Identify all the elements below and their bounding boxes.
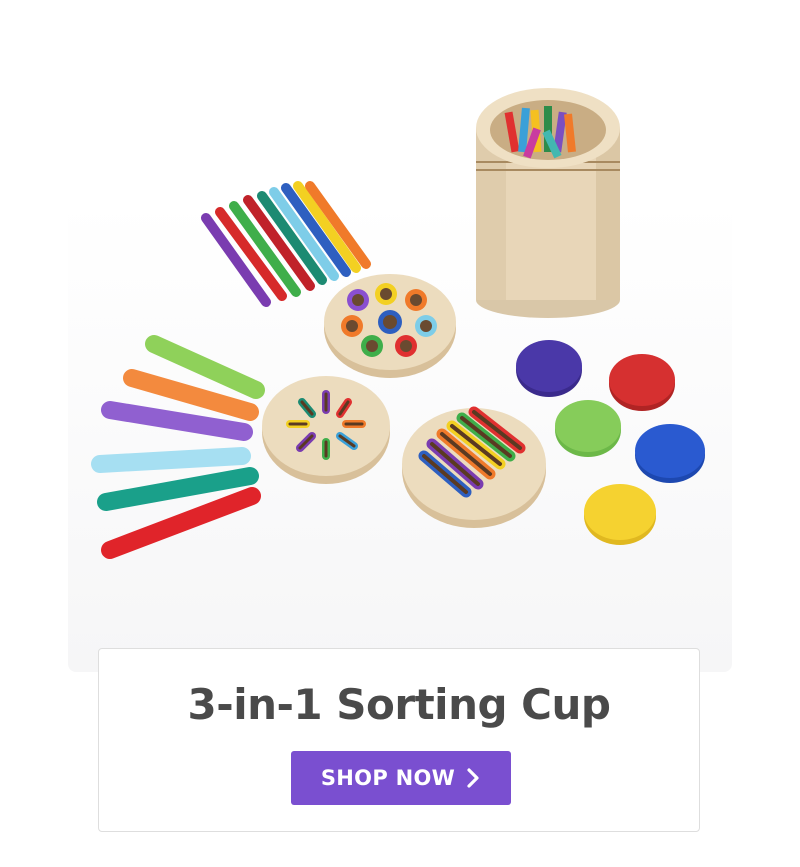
product-card: 3-in-1 Sorting Cup SHOP NOW bbox=[98, 648, 700, 832]
color-chips bbox=[516, 340, 705, 545]
radial-slot-disc bbox=[262, 376, 390, 484]
chevron-right-icon bbox=[467, 768, 479, 788]
dowel-sticks bbox=[201, 181, 371, 307]
craft-sticks bbox=[91, 335, 265, 559]
shop-now-button[interactable]: SHOP NOW bbox=[291, 751, 511, 805]
parallel-slot-disc bbox=[402, 406, 546, 528]
circle-disc bbox=[324, 274, 456, 378]
product-photo bbox=[91, 88, 705, 559]
wooden-cup bbox=[476, 88, 620, 318]
product-title: 3-in-1 Sorting Cup bbox=[187, 680, 611, 729]
shop-now-label: SHOP NOW bbox=[320, 766, 456, 790]
